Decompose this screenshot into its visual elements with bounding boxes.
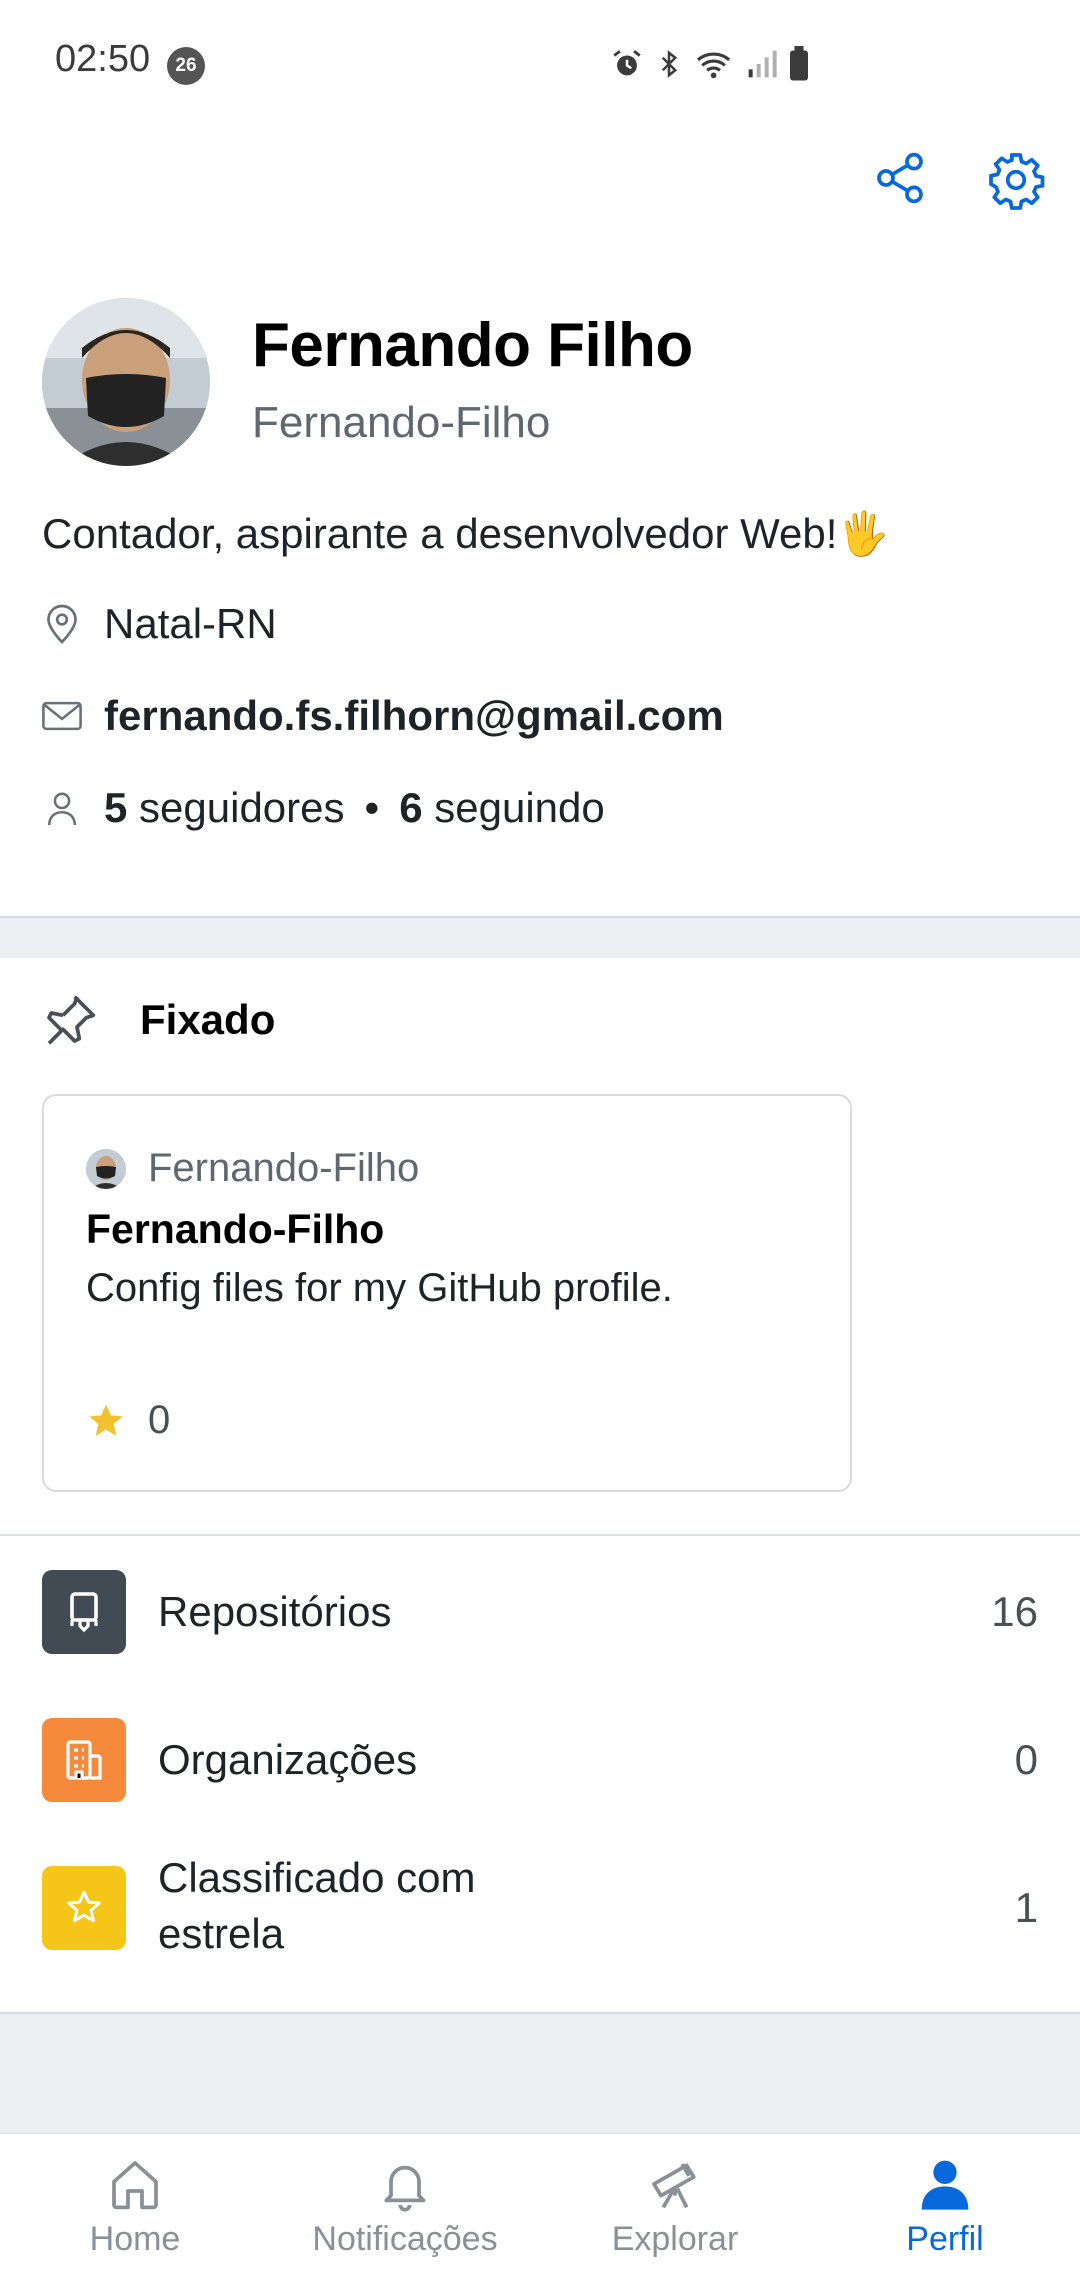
profile-name: Fernando Filho: [252, 311, 693, 380]
pinned-owner: Fernando-Filho: [86, 1146, 419, 1191]
menu-item-organizations[interactable]: Organizações 0: [0, 1718, 1080, 1802]
menu-count-organizations: 0: [1014, 1736, 1038, 1783]
alarm-icon: [613, 50, 641, 76]
header-actions: [872, 150, 1046, 210]
signal-icon: [748, 50, 777, 78]
star-filled-icon: [89, 1403, 123, 1436]
menu-item-repositories[interactable]: Repositórios 16: [0, 1570, 1080, 1654]
organization-icon: [42, 1718, 126, 1802]
following-label: seguindo: [434, 784, 605, 831]
menu-label-organizations: Organizações: [158, 1736, 418, 1783]
bottom-navigation: Home Notificações Explorar Perfil: [0, 2132, 1080, 2280]
repo-icon: [42, 1570, 126, 1654]
menu-count-starred: 1: [1014, 1884, 1038, 1931]
wifi-icon: [696, 52, 731, 79]
telescope-icon: [652, 2163, 696, 2209]
nav-item-explore[interactable]: Explorar: [540, 2156, 810, 2259]
followers-link[interactable]: 5 seguidores: [104, 784, 345, 832]
location-text: Natal-RN: [104, 600, 277, 647]
menu-label-repositories: Repositórios: [158, 1588, 392, 1635]
pin-icon: [47, 995, 96, 1045]
pinned-header: Fixado: [42, 992, 275, 1048]
pinned-title: Fixado: [140, 996, 276, 1043]
pinned-repo-stars: 0: [86, 1398, 170, 1443]
email-row[interactable]: fernando.fs.filhorn@gmail.com: [42, 692, 724, 740]
status-icons: [610, 46, 810, 82]
follow-row: 5 seguidores • 6 seguindo: [42, 784, 605, 832]
followers-count: 5: [104, 784, 128, 831]
following-count: 6: [399, 784, 423, 831]
nav-label-profile: Perfil: [906, 2220, 984, 2258]
following-link[interactable]: 6 seguindo: [399, 784, 605, 832]
bluetooth-icon: [661, 50, 678, 78]
followers-label: seguidores: [139, 784, 345, 831]
menu-count-repositories: 16: [991, 1588, 1038, 1635]
owner-avatar: [86, 1148, 126, 1189]
nav-item-home[interactable]: Home: [0, 2156, 270, 2259]
person-icon: [42, 786, 82, 830]
pinned-repo-card[interactable]: Fernando-Filho Fernando-Filho Config fil…: [42, 1094, 852, 1492]
star-icon: [42, 1866, 126, 1950]
status-bar: 02:50 26: [0, 0, 1080, 128]
avatar: [42, 298, 210, 466]
email-link[interactable]: fernando.fs.filhorn@gmail.com: [104, 692, 724, 740]
location-pin-icon: [42, 602, 82, 646]
home-icon: [112, 2161, 158, 2210]
status-time: 02:50: [55, 38, 151, 80]
profile-bio: Contador, aspirante a desenvolvedor Web!…: [42, 510, 890, 557]
share-icon[interactable]: [872, 150, 928, 206]
menu-label-starred: Classificado com estrela: [158, 1854, 476, 1957]
mail-icon: [42, 694, 82, 738]
profile-login: Fernando-Filho: [252, 398, 551, 447]
section-separator: [0, 916, 1080, 958]
settings-gear-icon[interactable]: [986, 150, 1046, 210]
location-row: Natal-RN: [42, 600, 277, 648]
pinned-repo-name: Fernando-Filho: [86, 1206, 385, 1252]
bell-icon: [384, 2165, 426, 2212]
person-icon: [921, 2160, 969, 2210]
pinned-star-count: 0: [148, 1398, 171, 1442]
nav-item-profile[interactable]: Perfil: [810, 2156, 1080, 2259]
divider: [0, 1534, 1080, 1536]
bottom-spacer: [0, 2012, 1080, 2132]
pinned-owner-name: Fernando-Filho: [148, 1146, 420, 1190]
menu-item-starred[interactable]: Classificado com estrela 1: [0, 1854, 1080, 1957]
pinned-repo-description: Config files for my GitHub profile.: [86, 1266, 673, 1310]
battery-icon: [790, 46, 808, 81]
nav-label-home: Home: [89, 2220, 181, 2258]
notification-count-badge: 26: [167, 47, 205, 85]
nav-label-notifications: Notificações: [312, 2220, 498, 2258]
nav-label-explore: Explorar: [611, 2220, 739, 2258]
nav-item-notifications[interactable]: Notificações: [270, 2156, 540, 2259]
follow-separator: •: [364, 784, 380, 831]
